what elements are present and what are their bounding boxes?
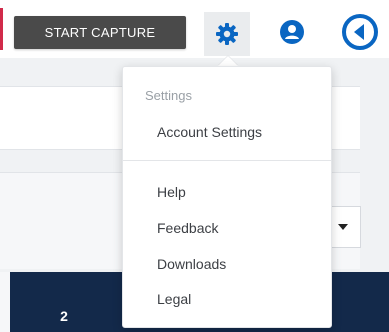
back-button[interactable] bbox=[340, 12, 380, 52]
menu-pointer bbox=[218, 56, 238, 66]
menu-heading: Settings bbox=[145, 88, 192, 103]
top-toolbar: START CAPTURE bbox=[0, 0, 389, 58]
banner-gutter bbox=[0, 272, 10, 332]
menu-item-legal[interactable]: Legal bbox=[157, 291, 191, 307]
settings-menu: Settings Account Settings Help Feedback … bbox=[122, 66, 332, 328]
user-circle-icon bbox=[280, 20, 304, 44]
menu-item-downloads[interactable]: Downloads bbox=[157, 256, 226, 272]
menu-item-help[interactable]: Help bbox=[157, 184, 186, 200]
back-arrow-circle-icon bbox=[342, 14, 378, 50]
gear-icon bbox=[216, 23, 238, 45]
caret-down-icon bbox=[338, 224, 348, 230]
banner-number: 2 bbox=[60, 308, 68, 324]
menu-item-feedback[interactable]: Feedback bbox=[157, 220, 218, 236]
accent-edge bbox=[0, 8, 3, 50]
account-button[interactable] bbox=[278, 18, 306, 46]
settings-button[interactable] bbox=[204, 12, 250, 56]
start-capture-button[interactable]: START CAPTURE bbox=[14, 16, 186, 49]
menu-item-account-settings[interactable]: Account Settings bbox=[157, 124, 262, 140]
menu-divider bbox=[123, 160, 331, 161]
